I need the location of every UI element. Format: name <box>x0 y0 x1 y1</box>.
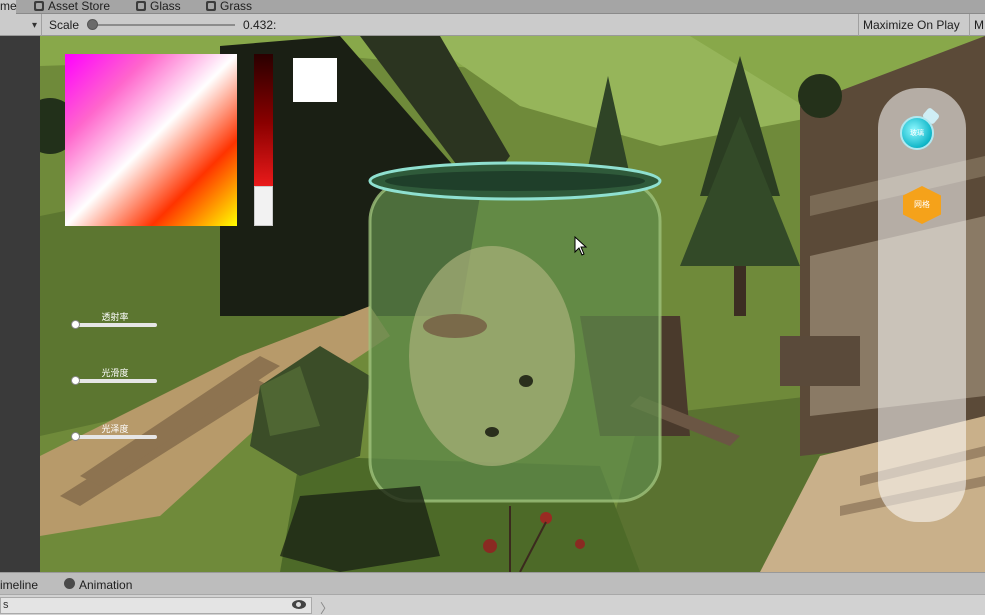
eye-icon[interactable] <box>292 600 306 609</box>
mute-audio-button[interactable]: M <box>969 14 985 36</box>
animation-icon <box>64 578 75 589</box>
scene-icon <box>206 1 216 11</box>
color-picker-square[interactable] <box>65 54 237 226</box>
tab-grass-label: Grass <box>220 0 253 13</box>
smoothness-track[interactable] <box>73 379 157 383</box>
transmittance-label: 透射率 <box>101 312 129 322</box>
hexagon-label: 网格 <box>914 200 930 209</box>
chevron-down-icon: ▾ <box>31 19 37 31</box>
tab-glass[interactable]: Glass <box>136 0 181 14</box>
transmittance-track[interactable] <box>73 323 157 327</box>
gloss-label: 光泽度 <box>101 424 129 434</box>
maximize-on-play-button[interactable]: Maximize On Play <box>858 14 968 36</box>
tab-game-label: me <box>0 0 17 13</box>
gloss-track[interactable] <box>73 435 157 439</box>
game-viewport[interactable]: 透射率 光滑度 光泽度 玻璃 网格 <box>40 36 985 572</box>
tab-animation[interactable]: Animation <box>79 578 132 592</box>
status-text: s <box>3 599 9 611</box>
tab-timeline[interactable]: imeline <box>0 578 38 592</box>
smoothness-knob[interactable] <box>71 376 80 385</box>
tab-grass[interactable]: Grass <box>206 0 252 14</box>
scale-label: Scale <box>49 18 80 32</box>
display-dropdown[interactable]: ▾ <box>0 14 42 36</box>
selected-color-swatch <box>293 58 337 102</box>
chevron-right-icon: 〉 <box>320 601 334 615</box>
smoothness-label: 光滑度 <box>101 368 129 378</box>
console-search-field[interactable]: s <box>0 597 312 614</box>
scene-icon <box>136 1 146 11</box>
left-gutter <box>0 36 40 572</box>
scale-slider-thumb[interactable] <box>87 19 98 30</box>
editor-tab-bar: me Asset Store Glass Grass <box>0 0 985 14</box>
tab-game[interactable]: me <box>0 0 17 14</box>
tab-asset-store-label: Asset Store <box>48 0 111 13</box>
status-bar: s 〉 <box>0 594 985 615</box>
material-side-panel <box>878 88 966 522</box>
maximize-on-play-label: Maximize On Play <box>863 18 960 32</box>
tab-asset-store[interactable]: Asset Store <box>34 0 110 14</box>
mouse-cursor-icon <box>574 236 588 256</box>
scale-value: 0.432: <box>243 18 277 32</box>
gloss-knob[interactable] <box>71 432 80 441</box>
bag-icon <box>34 1 44 11</box>
mute-audio-label: M <box>974 18 984 32</box>
game-toolbar: ▾ Scale 0.432: Maximize On Play M <box>0 14 985 36</box>
tab-glass-label: Glass <box>150 0 181 13</box>
bottom-tab-bar: imeline Animation <box>0 572 985 594</box>
transmittance-knob[interactable] <box>71 320 80 329</box>
potion-label: 玻璃 <box>910 130 924 137</box>
scale-slider-track[interactable] <box>92 24 235 26</box>
brightness-bar-handle[interactable] <box>254 186 273 226</box>
